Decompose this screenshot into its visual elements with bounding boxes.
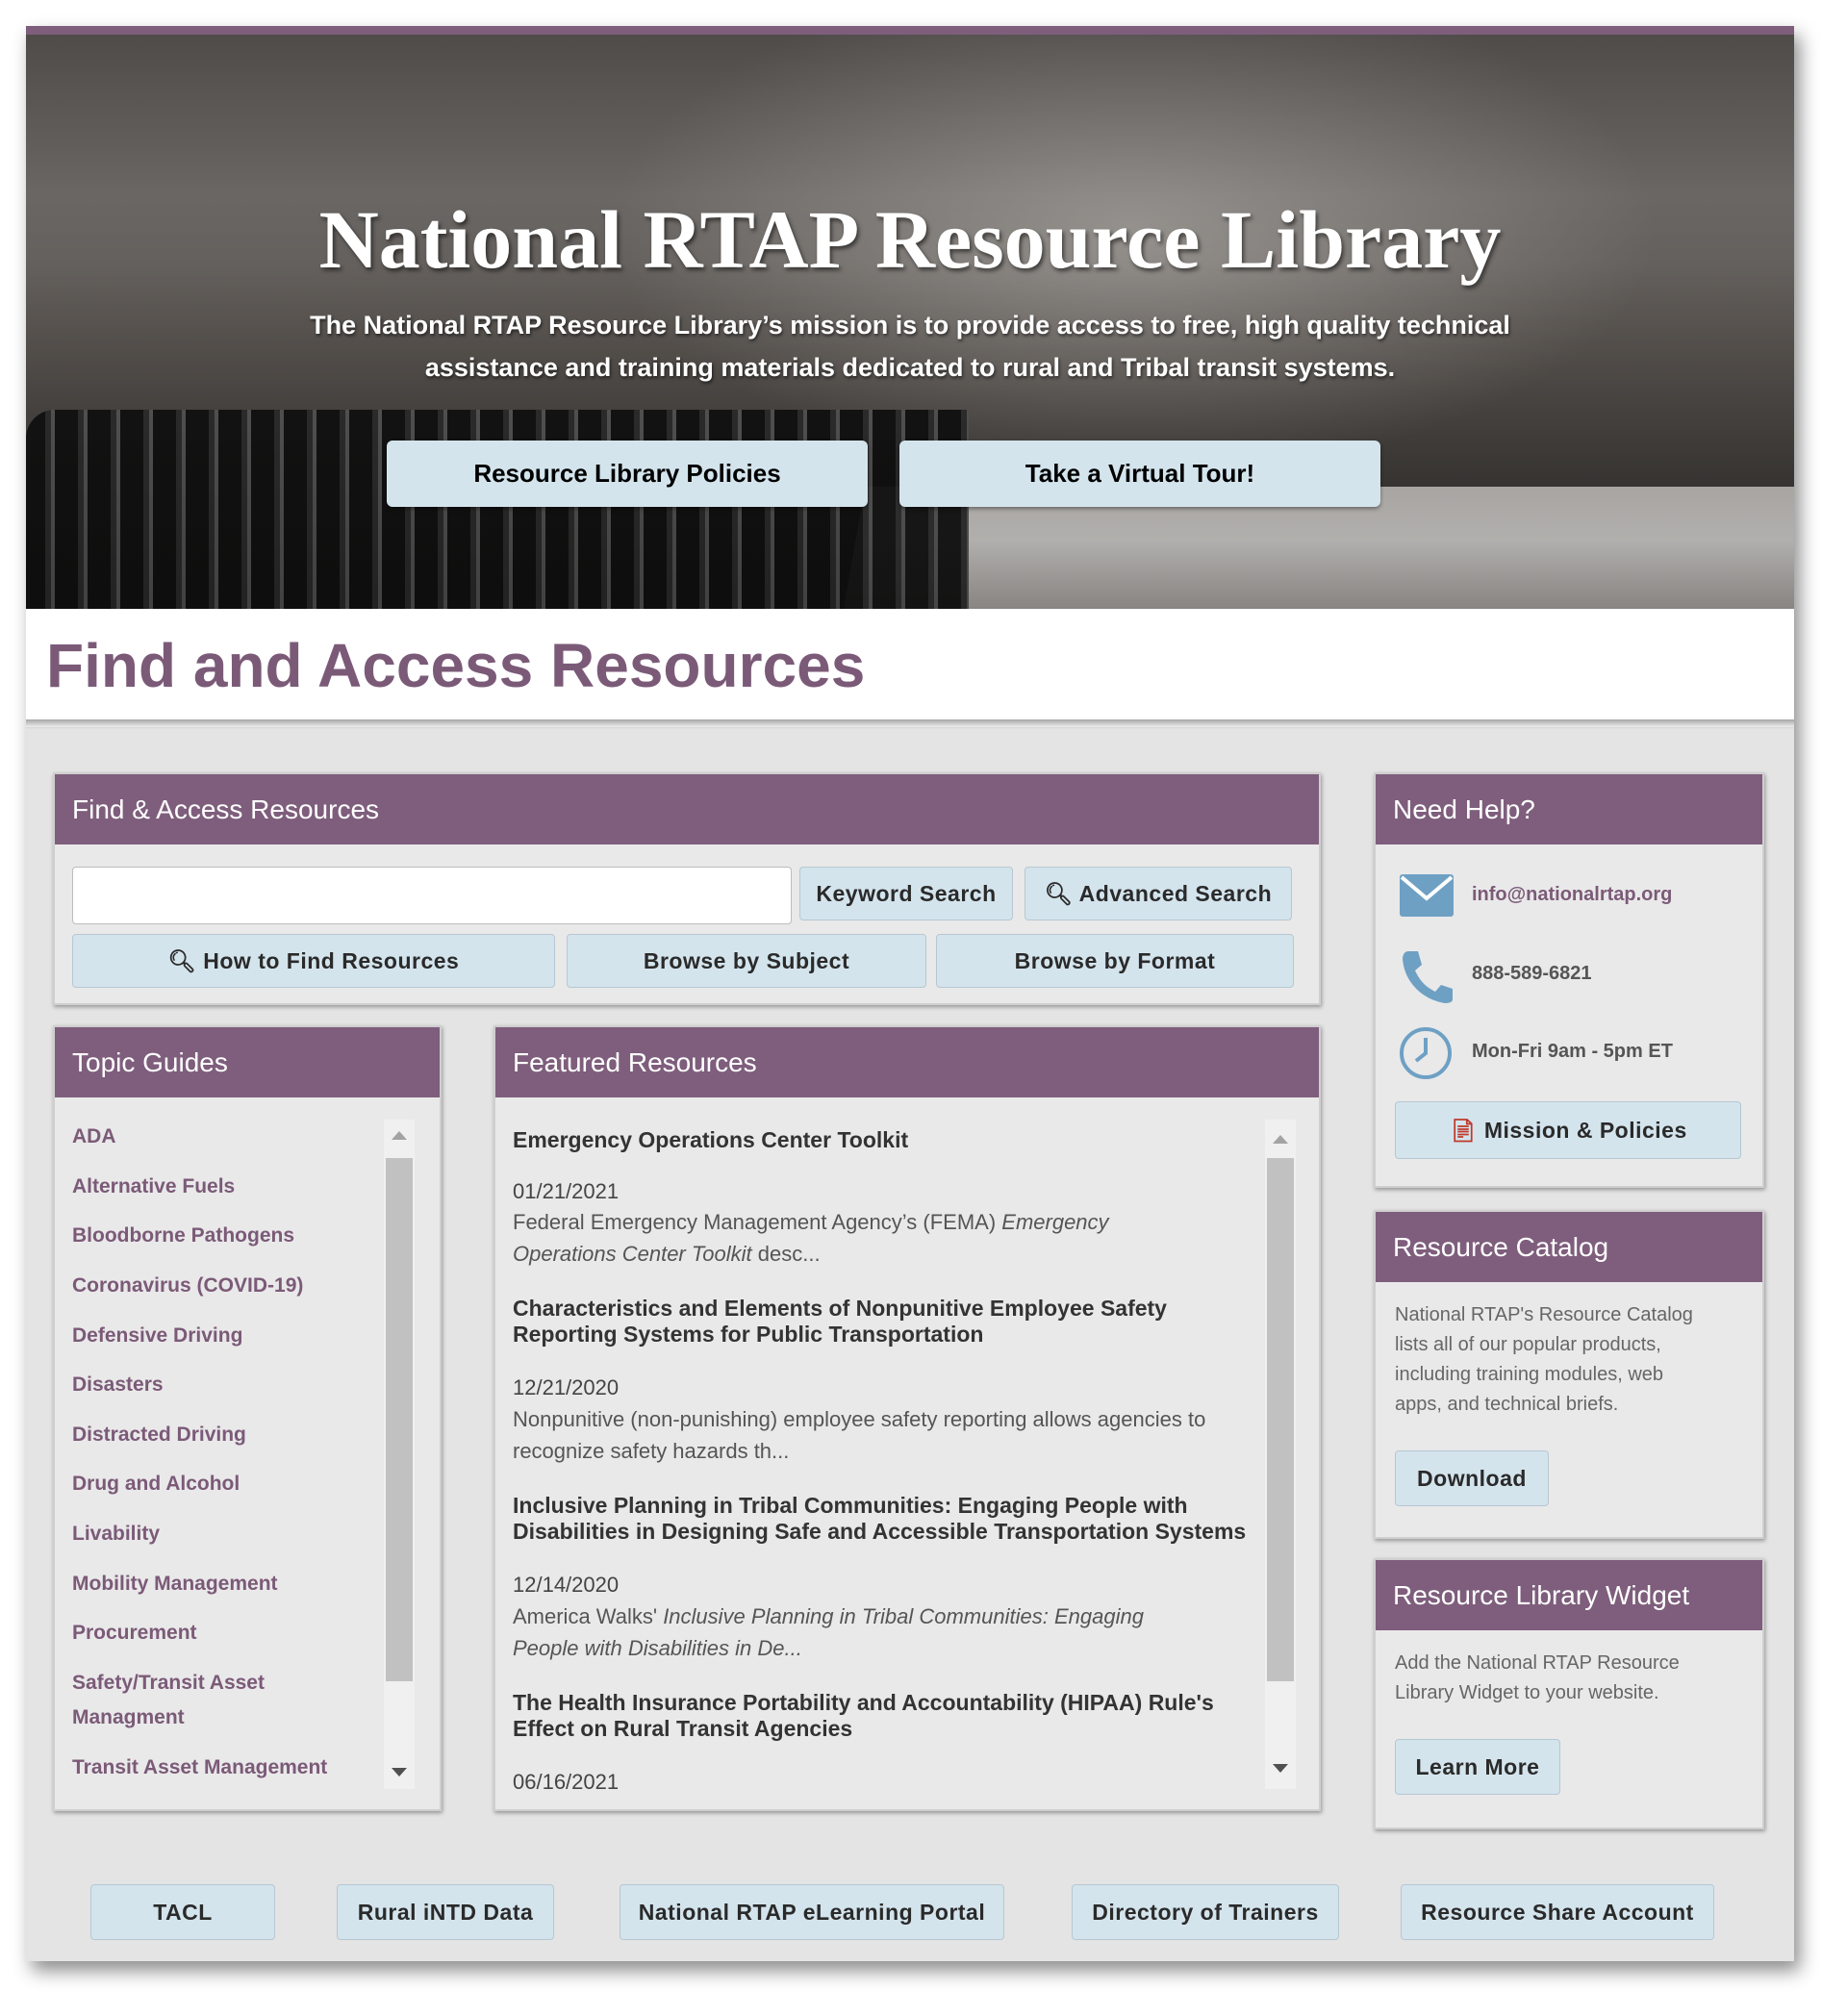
featured-item-desc: Nonpunitive (non-punishing) employee saf… [513,1407,1206,1463]
resource-library-policies-button[interactable]: Resource Library Policies [387,441,868,507]
top-accent-bar [26,26,1794,35]
featured-item-date: 06/16/2021 [513,1770,620,1794]
widget-description: Add the National RTAP Resource Library Wi… [1395,1652,1680,1703]
scroll-up-icon[interactable] [1273,1135,1288,1144]
email-icon [1400,874,1454,917]
search-icon: 🔍︎ [167,947,197,973]
featured-item-title[interactable]: Emergency Operations Center Toolkit [513,1127,1263,1153]
topic-item[interactable]: Livability [72,1517,160,1551]
hero-mission-text: The National RTAP Resource Library’s mis… [310,311,1510,382]
advanced-search-label: Advanced Search [1078,880,1273,906]
scroll-thumb[interactable] [1267,1158,1294,1681]
topic-item[interactable]: Coronavirus (COVID-19) [72,1269,303,1303]
pdf-icon: 📄︎ [1449,1117,1478,1143]
mission-policies-button[interactable]: 📄︎ Mission & Policies [1395,1101,1741,1159]
browse-by-subject-button[interactable]: Browse by Subject [567,934,926,988]
clock-icon [1400,1027,1452,1079]
virtual-tour-button[interactable]: Take a Virtual Tour! [899,441,1380,507]
search-icon: 🔍︎ [1044,880,1074,906]
topic-item[interactable]: Disasters [72,1368,164,1402]
need-help-header: Need Help? [1376,774,1762,844]
section-title: Find and Access Resources [46,631,866,700]
topic-item[interactable]: Mobility Management [72,1567,278,1601]
download-catalog-button[interactable]: Download [1395,1450,1549,1506]
featured-resources-header: Featured Resources [495,1027,1319,1097]
need-help-panel: Need Help? info@nationalrtap.org 888-589… [1374,772,1764,1188]
scroll-thumb[interactable] [386,1158,413,1681]
topic-item[interactable]: Procurement [72,1616,197,1651]
search-input[interactable] [72,867,792,924]
topic-item[interactable]: Defensive Driving [72,1319,242,1353]
topic-item[interactable]: Transit Asset Management [72,1751,327,1785]
catalog-description: National RTAP's Resource Catalog lists al… [1395,1304,1693,1415]
find-access-header: Find & Access Resources [55,774,1319,844]
scroll-up-icon[interactable] [392,1131,407,1140]
featured-item-title[interactable]: The Health Insurance Portability and Acc… [513,1690,1263,1742]
learn-more-button[interactable]: Learn More [1395,1739,1560,1795]
advanced-search-button[interactable]: 🔍︎ Advanced Search [1025,867,1292,920]
library-widget-header: Resource Library Widget [1376,1560,1762,1630]
featured-item-date: 01/21/2021 [513,1179,620,1203]
topic-guides-panel: Topic Guides ADA Alternative Fuels Blood… [53,1025,442,1811]
topic-item[interactable]: Safety/Transit Asset [72,1666,265,1701]
featured-item-desc: Federal Emergency Management Agency’s (F… [513,1210,1109,1266]
topic-item[interactable]: Bloodborne Pathogens [72,1219,294,1253]
keyword-search-button[interactable]: Keyword Search [799,867,1013,920]
phone-icon [1403,951,1453,1003]
featured-item-title[interactable]: Characteristics and Elements of Nonpunit… [513,1296,1263,1348]
scroll-down-icon[interactable] [1273,1764,1288,1773]
topic-guides-header: Topic Guides [55,1027,440,1097]
featured-item-desc: America Walks' Inclusive Planning in Tri… [513,1604,1144,1660]
featured-item-title[interactable]: Inclusive Planning in Tribal Communities… [513,1493,1282,1545]
scroll-down-icon[interactable] [392,1768,407,1777]
hero-banner: National RTAP Resource Library The Natio… [26,35,1794,609]
featured-resources-panel: Featured Resources Emergency Operations … [493,1025,1321,1811]
find-access-panel: Find & Access Resources Keyword Search 🔍… [53,772,1321,1005]
topic-item[interactable]: Alternative Fuels [72,1170,235,1204]
tacl-button[interactable]: TACL [90,1884,275,1940]
rural-intd-data-button[interactable]: Rural iNTD Data [337,1884,554,1940]
featured-item-date: 12/21/2020 [513,1375,620,1399]
resource-catalog-header: Resource Catalog [1376,1212,1762,1282]
topic-scrollbar[interactable] [384,1120,415,1789]
elearning-portal-button[interactable]: National RTAP eLearning Portal [620,1884,1004,1940]
topic-item[interactable]: Managment [72,1701,185,1735]
resource-catalog-panel: Resource Catalog National RTAP's Resourc… [1374,1210,1764,1539]
phone-number: 888-589-6821 [1472,963,1592,984]
browse-by-format-button[interactable]: Browse by Format [936,934,1294,988]
hero-title: National RTAP Resource Library [318,193,1502,286]
resource-share-account-button[interactable]: Resource Share Account [1401,1884,1714,1940]
directory-of-trainers-button[interactable]: Directory of Trainers [1072,1884,1339,1940]
topic-item[interactable]: Distracted Driving [72,1418,246,1452]
featured-scrollbar[interactable] [1265,1120,1296,1789]
featured-item-date: 12/14/2020 [513,1573,620,1597]
topic-item[interactable]: Drug and Alcohol [72,1467,240,1501]
how-to-find-label: How to Find Resources [203,947,460,973]
email-link[interactable]: info@nationalrtap.org [1472,884,1672,906]
how-to-find-button[interactable]: 🔍︎ How to Find Resources [72,934,555,988]
library-widget-panel: Resource Library Widget Add the National… [1374,1558,1764,1829]
topic-item[interactable]: ADA [72,1120,116,1154]
mission-policies-label: Mission & Policies [1483,1117,1687,1143]
office-hours: Mon-Fri 9am - 5pm ET [1472,1041,1673,1062]
